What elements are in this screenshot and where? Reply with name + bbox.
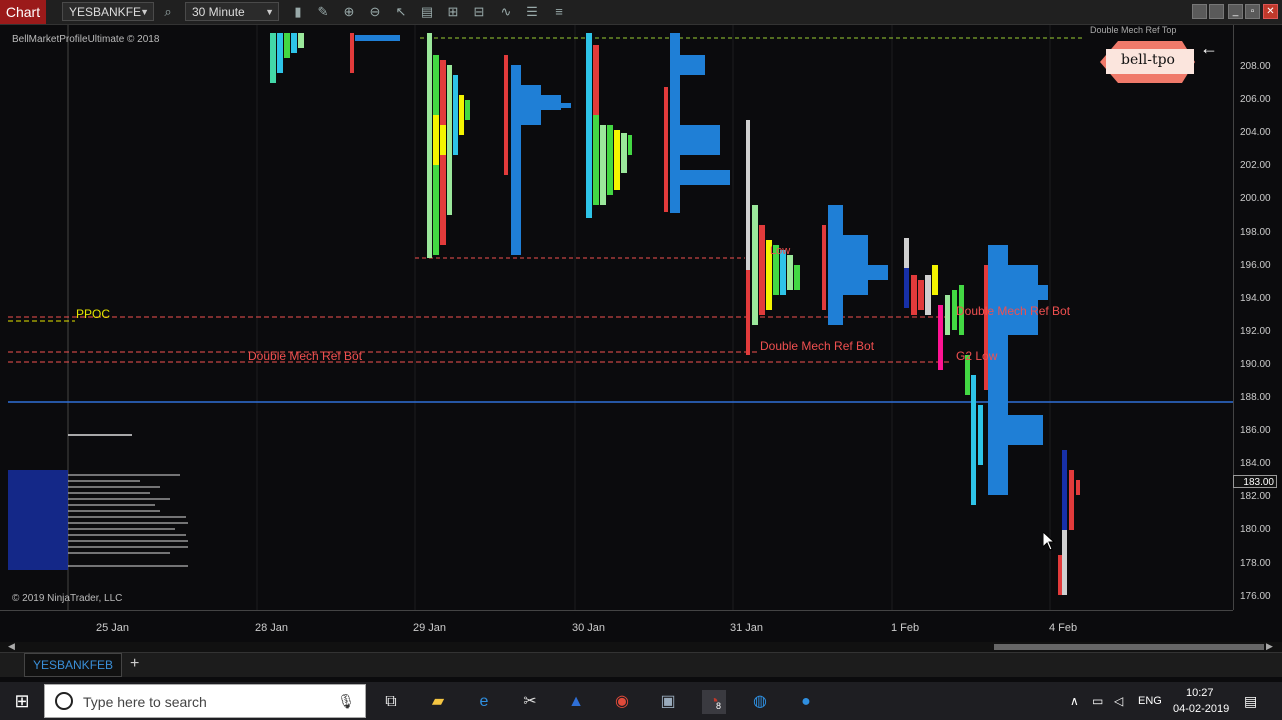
price-tick-label: 202.00: [1240, 160, 1271, 172]
file-explorer-icon[interactable]: ▰: [426, 690, 450, 714]
price-axis[interactable]: [1233, 25, 1282, 610]
app-icon[interactable]: ✂: [518, 690, 542, 714]
properties-icon[interactable]: ☰: [523, 3, 541, 21]
tpo-cluster-1feb: [904, 238, 1048, 505]
copyright-bottom: © 2019 NinjaTrader, LLC: [12, 593, 123, 604]
double-mech-bot-label-1: Double Mech Ref Bot: [248, 349, 363, 363]
notifications-icon[interactable]: ▤: [1244, 693, 1257, 710]
current-price-marker: 183.00: [1233, 475, 1277, 488]
language-indicator[interactable]: ENG: [1138, 695, 1162, 707]
taskbar-search[interactable]: Type here to search 🎙: [44, 684, 366, 718]
tile-window-2-icon[interactable]: [1209, 4, 1224, 19]
date-tick-label: 25 Jan: [96, 622, 130, 634]
microphone-icon[interactable]: 🎙: [337, 693, 355, 710]
volume-icon[interactable]: ◁: [1114, 694, 1123, 708]
scroll-thumb[interactable]: [994, 644, 1264, 650]
date-tick-label: 28 Jan: [255, 622, 289, 634]
minimize-button[interactable]: _: [1228, 4, 1243, 19]
data-box-icon[interactable]: ▤: [418, 3, 436, 21]
date-tick-label: 30 Jan: [572, 622, 606, 634]
cortana-icon: [55, 692, 73, 710]
app-triangle-icon[interactable]: ▲: [564, 690, 588, 714]
price-tick-label: 178.00: [1240, 557, 1271, 569]
tpo-cluster-31jan: [746, 120, 888, 355]
price-tick-label: 194.00: [1240, 292, 1271, 304]
date-tick-label: 29 Jan: [413, 622, 447, 634]
zoom-app-icon[interactable]: ●: [794, 690, 818, 714]
draw-pencil-icon[interactable]: ✎: [314, 3, 332, 21]
price-tick-label: 196.00: [1240, 259, 1271, 271]
tile-window-icon[interactable]: [1192, 4, 1207, 19]
double-mech-top-label: Double Mech Ref Top: [1090, 25, 1177, 35]
ninjatrader-icon[interactable]: ◔: [702, 690, 726, 714]
price-tick-label: 184.00: [1240, 458, 1271, 470]
search-placeholder: Type here to search: [83, 694, 207, 710]
scroll-right-icon[interactable]: ▶: [1266, 641, 1273, 652]
ninjatrader-badge: 8: [716, 701, 722, 711]
tpo-cluster-28jan: [270, 33, 400, 83]
strategies-icon[interactable]: ⊟: [470, 3, 488, 21]
search-icon[interactable]: ⌕: [159, 3, 177, 21]
date-tick-label: 31 Jan: [730, 622, 764, 634]
date-tick-label: 1 Feb: [891, 622, 920, 634]
tpo-cluster-30jan: [586, 33, 730, 218]
price-tick-label: 188.00: [1240, 392, 1271, 403]
chevron-down-icon: ▼: [265, 7, 274, 17]
price-tick-label: 206.00: [1240, 94, 1271, 106]
instrument-selector[interactable]: YESBANKFE ▼: [62, 2, 154, 21]
clock-date[interactable]: 04-02-2019: [1173, 703, 1229, 715]
network-icon[interactable]: ▭: [1092, 694, 1103, 708]
globe-icon[interactable]: ◍: [748, 690, 772, 714]
tray-chevron-icon[interactable]: ∧: [1070, 694, 1079, 708]
price-tick-label: 200.00: [1240, 193, 1271, 205]
price-tick-label: 192.00: [1240, 325, 1271, 337]
double-mech-bot-label-3: Double Mech Ref Bot: [956, 304, 1071, 318]
instrument-value: YESBANKFE: [69, 5, 142, 19]
volume-profile-25jan: [8, 434, 188, 570]
low-label: Low: [770, 245, 791, 257]
zoom-in-icon[interactable]: ⊕: [340, 3, 358, 21]
price-tick-label: 208.00: [1240, 61, 1271, 72]
zoom-out-icon[interactable]: ⊖: [366, 3, 384, 21]
price-tick-label: 182.00: [1240, 491, 1271, 503]
copyright-top: BellMarketProfileUltimate © 2018: [12, 34, 160, 45]
task-view-icon[interactable]: ⧉: [379, 690, 403, 714]
double-mech-bot-label-2: Double Mech Ref Bot: [760, 339, 875, 353]
remote-desktop-icon[interactable]: ▣: [656, 690, 680, 714]
interval-value: 30 Minute: [192, 5, 245, 19]
list-icon[interactable]: ≡: [550, 3, 568, 21]
windows-start-icon[interactable]: ⊞: [0, 682, 44, 720]
clock-time[interactable]: 10:27: [1186, 687, 1214, 699]
price-tick-label: 176.00: [1240, 590, 1271, 602]
arrow-left-icon[interactable]: ←: [1200, 38, 1218, 59]
mouse-cursor-icon: [1043, 532, 1056, 551]
edge-icon[interactable]: e: [472, 690, 496, 714]
chevron-down-icon: ▼: [140, 7, 149, 17]
bar-style-icon[interactable]: ▮: [289, 3, 307, 21]
indicators-icon[interactable]: ∿: [497, 3, 515, 21]
price-tick-label: 198.00: [1240, 226, 1271, 238]
tab-yesbankfeb[interactable]: YESBANKFEB: [24, 653, 123, 677]
templates-icon[interactable]: ⊞: [444, 3, 462, 21]
price-tick-label: 190.00: [1240, 358, 1271, 370]
chart-window-label: Chart: [0, 0, 46, 24]
g2-low-label: G2 Low: [956, 349, 998, 363]
price-tick-label: 204.00: [1240, 127, 1271, 139]
chrome-icon[interactable]: ◉: [610, 690, 634, 714]
add-tab-button[interactable]: +: [130, 654, 139, 674]
pointer-icon[interactable]: ↖: [392, 3, 410, 21]
scroll-left-icon[interactable]: ◀: [8, 641, 15, 652]
tab-bar: [0, 652, 1282, 677]
date-tick-label: 4 Feb: [1049, 622, 1078, 634]
price-tick-label: 180.00: [1240, 524, 1271, 536]
close-button[interactable]: ✕: [1263, 4, 1278, 19]
maximize-button[interactable]: ▫: [1245, 4, 1260, 19]
price-tick-label: 186.00: [1240, 425, 1271, 437]
interval-selector[interactable]: 30 Minute ▼: [185, 2, 279, 21]
tpo-cluster-4feb: [1058, 450, 1080, 595]
logo-text: bell-tpo: [1121, 52, 1175, 68]
tpo-cluster-29jan: [427, 33, 571, 258]
ppoc-label: PPOC: [76, 307, 111, 321]
